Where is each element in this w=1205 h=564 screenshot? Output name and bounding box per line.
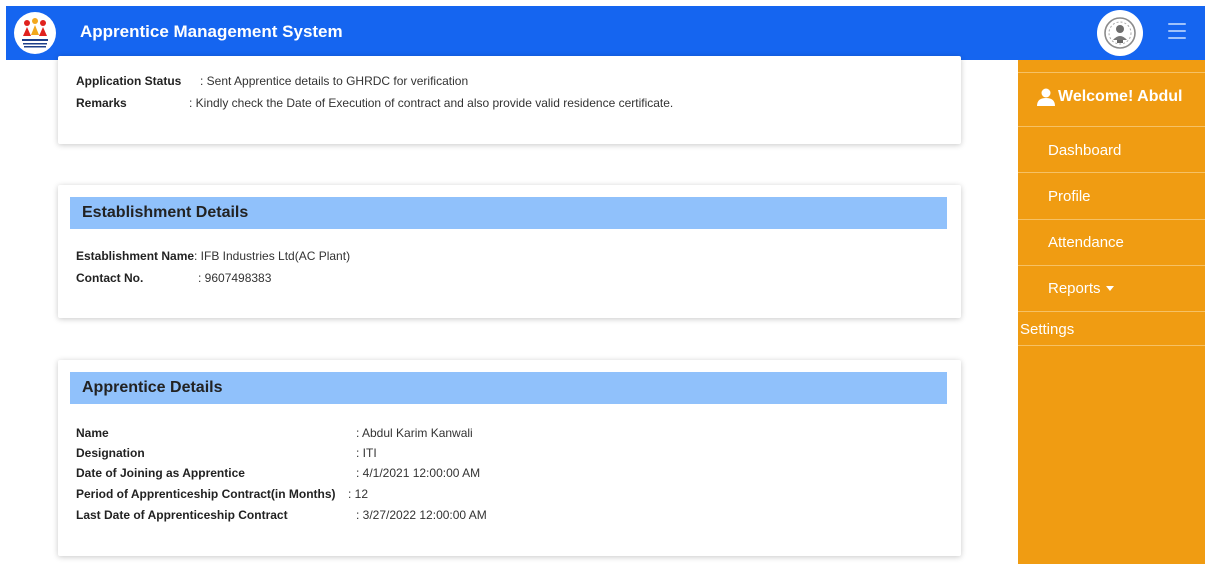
contact-number-label: Contact No.	[76, 271, 144, 285]
apprentice-details-header: Apprentice Details	[70, 372, 947, 404]
app-title: Apprentice Management System	[80, 22, 343, 41]
apprentice-details-heading: Apprentice Details	[82, 379, 223, 396]
designation-value: : ITI	[356, 446, 377, 460]
hamburger-menu-icon[interactable]	[1168, 23, 1186, 41]
sidebar-item-attendance[interactable]: Attendance	[1048, 234, 1124, 251]
remarks-value: : Kindly check the Date of Execution of …	[189, 96, 674, 110]
sidebar-item-profile[interactable]: Profile	[1048, 188, 1091, 205]
sidebar-divider	[1018, 72, 1205, 73]
apprentice-name-value: : Abdul Karim Kanwali	[356, 426, 473, 440]
joining-date-value: : 4/1/2021 12:00:00 AM	[356, 466, 481, 480]
hrdc-logo-icon[interactable]	[14, 12, 56, 54]
designation-label: Designation	[76, 446, 145, 460]
establishment-details-card: Establishment Details Establishment Name…	[58, 185, 961, 318]
sidebar-item-settings[interactable]: Settings	[1020, 321, 1074, 338]
sidebar-divider	[1018, 172, 1205, 173]
sidebar-divider	[1018, 265, 1205, 266]
application-status-label: Application Status	[76, 74, 182, 88]
apprentice-name-label: Name	[76, 426, 109, 440]
contract-end-date-value: : 3/27/2022 12:00:00 AM	[356, 508, 487, 522]
sidebar: Welcome! Abdul Dashboard Profile Attenda…	[1018, 60, 1205, 564]
sidebar-item-dashboard[interactable]: Dashboard	[1048, 142, 1121, 159]
top-header-bar: Apprentice Management System	[6, 6, 1205, 60]
remarks-label: Remarks	[76, 96, 127, 110]
contract-end-date-label: Last Date of Apprenticeship Contract	[76, 508, 288, 522]
contract-period-value: : 12	[348, 487, 369, 501]
establishment-name-value: : IFB Industries Ltd(AC Plant)	[194, 249, 351, 263]
user-icon	[1037, 88, 1055, 106]
joining-date-label: Date of Joining as Apprentice	[76, 466, 245, 480]
government-emblem-icon	[1097, 10, 1143, 56]
welcome-text: Welcome! Abdul	[1058, 88, 1183, 105]
establishment-name-label: Establishment Name	[76, 249, 195, 263]
sidebar-divider	[1018, 311, 1205, 312]
welcome-user: Welcome! Abdul	[1036, 88, 1182, 106]
contract-period-label: Period of Apprenticeship Contract(in Mon…	[76, 487, 336, 501]
sidebar-divider	[1018, 345, 1205, 346]
caret-down-icon	[1105, 285, 1114, 291]
application-status-card: Application Status : Sent Apprentice det…	[58, 56, 961, 144]
contact-number-value: : 9607498383	[198, 271, 272, 285]
sidebar-divider	[1018, 219, 1205, 220]
sidebar-divider	[1018, 126, 1205, 127]
sidebar-item-reports[interactable]: Reports	[1048, 280, 1114, 297]
establishment-details-heading: Establishment Details	[82, 204, 249, 221]
establishment-details-header: Establishment Details	[70, 197, 947, 229]
application-status-value: : Sent Apprentice details to GHRDC for v…	[200, 74, 469, 88]
apprentice-details-card: Apprentice Details Name : Abdul Karim Ka…	[58, 360, 961, 556]
sidebar-item-reports-label: Reports	[1048, 280, 1101, 297]
